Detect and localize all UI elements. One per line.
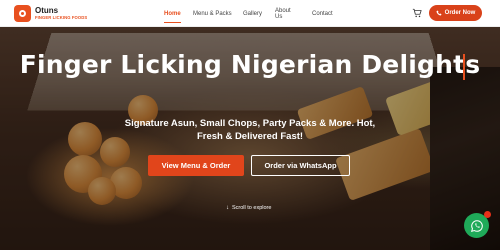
whatsapp-order-button[interactable]: Order via WhatsApp [251,155,350,176]
brand-name: Otuns [35,5,59,15]
brand-logo[interactable]: Otuns FINGER LICKING FOODS [14,5,87,22]
nav-item-gallery[interactable]: Gallery [243,0,262,27]
nav-item-about-us[interactable]: About Us [275,0,291,27]
hero-title: Finger Licking Nigerian Delights [19,50,481,79]
scroll-hint-label: Scroll to explore [232,205,272,211]
typing-caret [463,54,465,80]
nav-item-menu-packs[interactable]: Menu & Packs [193,0,243,27]
phone-icon [436,10,442,16]
hero-subtitle: Signature Asun, Small Chops, Party Packs… [124,118,376,142]
shopping-cart-icon[interactable] [412,8,422,18]
order-now-button[interactable]: Order Now [429,5,482,21]
brand-tagline: FINGER LICKING FOODS [35,14,88,20]
logo-icon [14,5,31,22]
arrow-down-icon: ↓ [226,205,229,211]
nav-item-home[interactable]: Home [164,0,181,27]
view-menu-button[interactable]: View Menu & Order [148,155,244,176]
site-header: Otuns FINGER LICKING FOODS Home Menu & P… [0,0,500,27]
nav-item-contact[interactable]: Contact [312,0,333,27]
notification-badge [484,211,491,218]
order-now-label: Order Now [444,10,476,16]
scroll-hint[interactable]: ↓ Scroll to explore [226,205,271,211]
whatsapp-icon [470,219,483,232]
